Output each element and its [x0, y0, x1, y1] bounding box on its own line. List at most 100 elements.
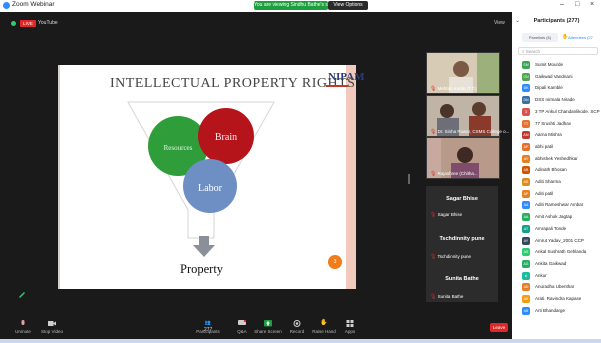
window-title: Zoom Webinar: [12, 1, 55, 8]
resources-label: Resources: [164, 144, 193, 152]
name-tile-1-label: 🎙 Sagar Bhise: [430, 212, 462, 218]
slide-title: INTELLECTUAL PROPERTY RIGHTS: [110, 76, 356, 91]
name-tile-3-text: Sunita Bathe: [445, 276, 479, 282]
participant-name: Amrut Yadav_2001 CCP: [535, 237, 584, 243]
slide-right-band: [346, 65, 356, 289]
search-placeholder: Search: [525, 49, 541, 54]
video-name-3: 🎙 Rajashree (Chitha...: [430, 171, 478, 177]
slide-page-number: 3: [328, 255, 342, 269]
panel-resize-handle[interactable]: [408, 174, 410, 184]
participant-name: Aditi Rameshwar Ambar: [535, 202, 584, 208]
close-icon[interactable]: ×: [590, 1, 594, 8]
logo-underline: [326, 85, 348, 87]
name-tile-label-text: Sunita Bathe: [437, 294, 464, 299]
down-arrow-icon: [193, 236, 215, 257]
muted-mic-icon: 🎙: [430, 212, 437, 218]
participant-name: Dipali Kamble: [535, 85, 563, 91]
participant-name: Arati. Ravindra Kapase: [535, 296, 582, 301]
name-tile-2-label: 🎙 Tschdinnity pune: [430, 254, 471, 260]
record-label: Record: [289, 329, 305, 334]
avatar: AM: [522, 131, 530, 140]
avatar: AB: [522, 166, 530, 175]
hand-icon: ✋: [320, 320, 328, 326]
tab-attendees[interactable]: Attendees (27: [568, 33, 593, 42]
qa-bubble-icon: [238, 320, 246, 325]
participant-search-input[interactable]: ⌕ Search: [518, 47, 598, 55]
participant-name: 77 Srushti Jadhav: [535, 120, 572, 126]
avatar: A: [522, 271, 530, 280]
avatar: AP: [522, 189, 530, 198]
avatar: AY: [522, 236, 530, 245]
brain-label: Brain: [215, 132, 237, 143]
microphone-icon: [21, 320, 25, 325]
video-name-1: 🎙 Mehtab Kettle (T.T.): [430, 86, 477, 92]
participant-name: Anuradha Ubenthar: [535, 284, 575, 290]
avatar: SM: [522, 61, 530, 69]
avatar: AP: [522, 142, 530, 151]
property-label: Property: [180, 262, 224, 276]
apps-button[interactable]: Apps: [330, 320, 370, 334]
video-name-text: Rajashree (Chitha...: [437, 171, 478, 176]
avatar: AA: [522, 213, 530, 222]
zoom-logo-icon: [3, 2, 10, 9]
name-tile-3-label: 🎙 Sunita Bathe: [430, 294, 463, 300]
annotate-pencil-icon[interactable]: [17, 289, 27, 299]
os-taskbar: [0, 339, 601, 343]
participant-name: Ankita Gaikwad: [535, 260, 567, 266]
participant-name: Adinath Bhosan: [535, 167, 567, 173]
avatar: AK: [522, 295, 530, 303]
participant-name: Ankal Sushrath Gehlanda: [535, 249, 587, 255]
muted-mic-icon: 🎙: [430, 86, 437, 92]
participant-name: Ankur: [535, 272, 547, 278]
avatar: DK: [522, 84, 530, 93]
participant-name: Gaikwad Vandnani: [535, 73, 573, 79]
participant-name: Aarna Mishra: [535, 132, 562, 138]
share-screen-icon: [264, 320, 272, 327]
view-button[interactable]: View: [494, 20, 505, 26]
participant-name: Sumit Mourde: [535, 62, 564, 67]
participant-name: Amrapali Tonde: [535, 225, 567, 231]
video-camera-icon: [48, 321, 56, 326]
video-name-2: 🎙 Dr. Sinha Pawar, CSMS College o...: [430, 129, 509, 135]
participant-name: Aditi patil: [535, 190, 554, 196]
apps-label: Apps: [344, 329, 356, 334]
avatar: AS: [522, 178, 530, 186]
participant-name: Amit Ashok Jagtap: [535, 214, 573, 220]
maximize-icon[interactable]: □: [575, 1, 579, 8]
participants-label: Participants: [196, 329, 220, 334]
shield-icon[interactable]: [11, 21, 16, 26]
people-icon: 👥277: [204, 320, 213, 333]
participant-name: abhishek Yeshedhkar: [535, 155, 578, 161]
minimize-icon[interactable]: –: [560, 1, 564, 8]
avatar: AG: [522, 259, 530, 268]
record-icon: [293, 320, 301, 327]
tab-panelists[interactable]: Panelists (6): [522, 33, 558, 42]
unmute-label: Unmute: [15, 329, 31, 334]
avatar: AS: [522, 248, 530, 257]
avatar: AY: [522, 154, 530, 163]
avatar: AD: [522, 283, 530, 292]
avatar: AB: [522, 306, 530, 315]
stop-video-label: Stop Video: [41, 329, 63, 334]
muted-mic-icon: 🎙: [430, 294, 437, 300]
participant-name: Aditi Sharma: [535, 179, 561, 184]
name-tile-2-text: Tschdinnity pune: [439, 236, 485, 242]
participant-name: 3 TP Ankul Chandanlikode. SCP: [535, 108, 600, 114]
name-tile-label-text: Sagar Bhise: [437, 212, 463, 217]
avatar: AT: [522, 224, 530, 233]
leave-button[interactable]: Leave: [490, 323, 508, 332]
name-tile-1[interactable]: [426, 186, 498, 226]
stop-video-button[interactable]: Stop Video: [32, 320, 72, 334]
view-options-button[interactable]: View Options: [328, 1, 368, 10]
live-platform-label[interactable]: YouTube: [38, 20, 58, 27]
search-icon: ⌕: [522, 49, 525, 54]
muted-mic-icon: 🎙: [430, 129, 437, 135]
avatar: AA: [522, 201, 530, 210]
video-name-text: Mehtab Kettle (T.T.): [437, 86, 477, 91]
avatar: TT: [522, 119, 530, 128]
labor-label: Labor: [198, 183, 223, 194]
name-tile-1-text: Sagar Bhise: [446, 196, 478, 202]
screen-share-banner: You are viewing Sindhu Bathe's screen: [254, 1, 328, 10]
muted-mic-icon: 🎙: [430, 254, 437, 260]
muted-mic-icon: 🎙: [430, 171, 437, 177]
